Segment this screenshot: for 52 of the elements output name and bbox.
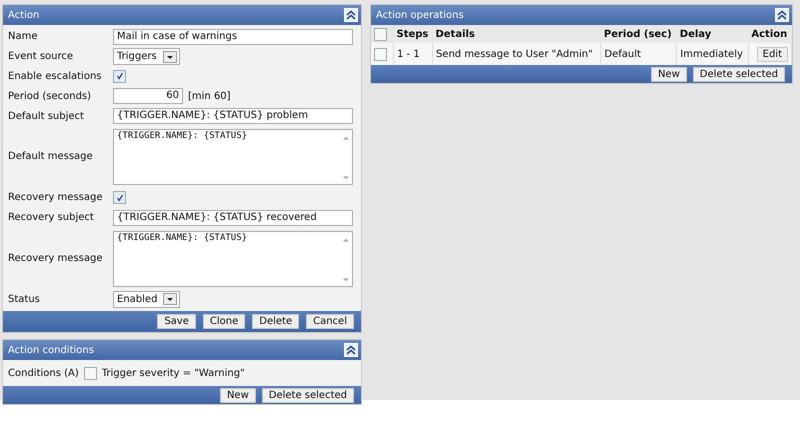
condition-text: Trigger severity = "Warning" [102, 368, 245, 379]
field-label: Default subject [8, 110, 85, 122]
table-cell: Immediately [676, 43, 748, 65]
dropdown[interactable]: Triggers [113, 48, 180, 66]
check-icon [114, 192, 124, 203]
field-label: Status [8, 294, 41, 305]
form-button[interactable]: Delete selected [262, 388, 354, 403]
checkbox[interactable] [113, 70, 126, 83]
field-label: Event source [8, 51, 74, 62]
form-button[interactable]: Clone [202, 314, 246, 330]
row-checkbox[interactable] [374, 48, 387, 60]
column-header: Action [748, 25, 792, 43]
collapse-icon[interactable] [344, 8, 358, 22]
column-header: Steps [394, 25, 432, 43]
field-label: Recovery subject [8, 212, 95, 224]
column-header: Delay [676, 25, 748, 43]
field-label: Period (seconds) [8, 90, 92, 102]
collapse-icon[interactable] [775, 8, 789, 22]
conditions-label: Conditions (A) [8, 368, 79, 379]
field-label: Recovery message [8, 192, 104, 204]
form-button[interactable]: Save [157, 314, 196, 330]
panel-title: Action [8, 10, 40, 20]
edit-button[interactable]: Edit [756, 46, 788, 62]
table-cell: 1 - 1 [394, 43, 432, 65]
text-field[interactable]: Mail in case of warnings [113, 28, 353, 45]
form-button[interactable]: New [220, 388, 256, 403]
panel-title: Action conditions [8, 344, 94, 356]
check-icon [114, 71, 124, 82]
form-button[interactable]: Delete selected [692, 66, 785, 82]
column-header: Details [432, 25, 601, 43]
field-label: Recovery message [8, 253, 104, 264]
panel-title: Action operations [376, 10, 464, 20]
field-label: Enable escalations [8, 70, 103, 82]
dropdown[interactable]: Enabled [113, 290, 180, 308]
text-area[interactable]: {TRIGGER.NAME}: {STATUS} [113, 230, 353, 287]
checkbox[interactable] [84, 366, 97, 380]
collapse-icon[interactable] [344, 343, 358, 358]
select-all-checkbox[interactable] [374, 28, 387, 40]
form-button[interactable]: Cancel [306, 314, 354, 330]
field-label: Name [8, 31, 39, 42]
form-button[interactable]: New [650, 66, 687, 82]
text-field[interactable]: {TRIGGER.NAME}: {STATUS} problem [113, 108, 353, 124]
table-cell: Send message to User "Admin" [432, 43, 601, 65]
field-label: Default message [8, 151, 94, 162]
table-cell: Default [600, 43, 677, 65]
number-field[interactable]: 60 [113, 88, 183, 104]
checkbox[interactable] [113, 191, 126, 204]
column-header: Period (sec) [600, 25, 677, 43]
text-field[interactable]: {TRIGGER.NAME}: {STATUS} recovered [113, 210, 353, 226]
text-area[interactable]: {TRIGGER.NAME}: {STATUS} [113, 128, 353, 185]
field-hint: [min 60] [188, 90, 231, 102]
form-button[interactable]: Delete [252, 314, 300, 330]
